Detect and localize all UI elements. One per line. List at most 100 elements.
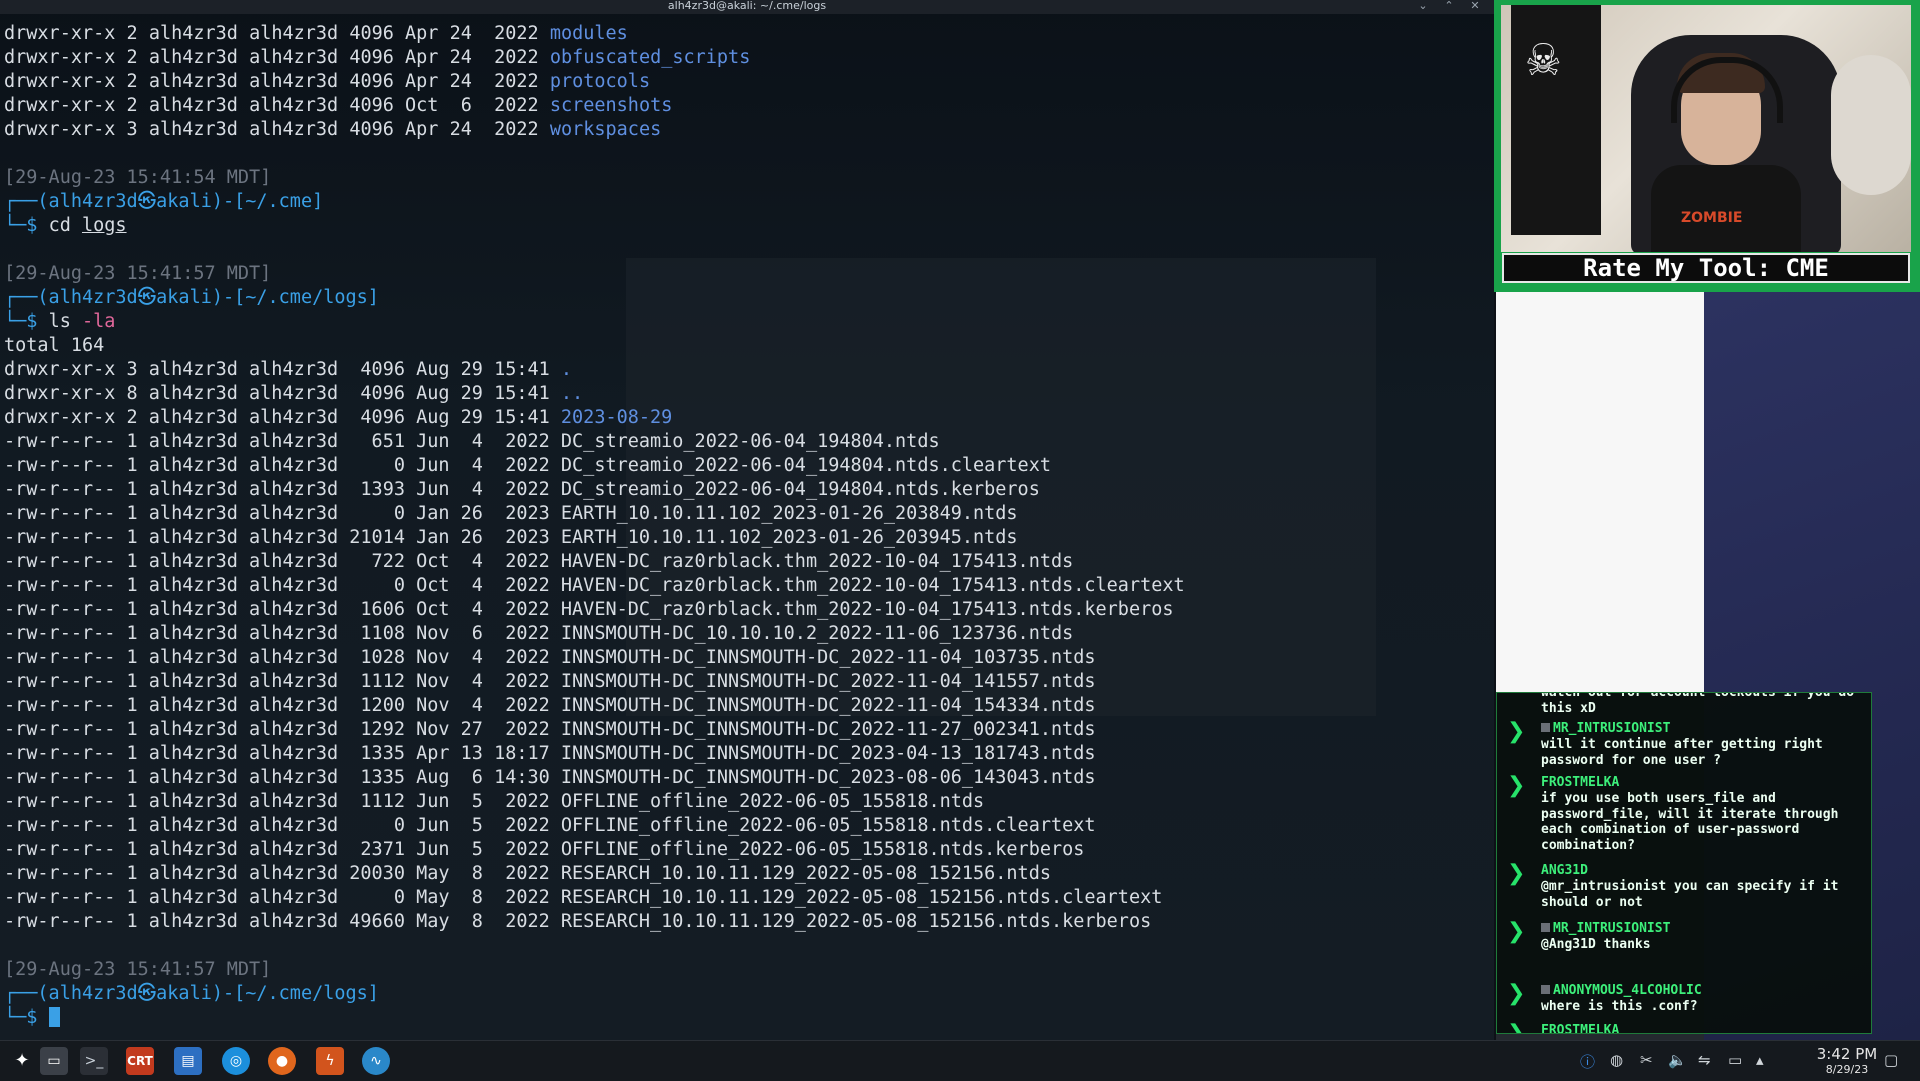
chat-username: MR_INTRUSIONIST	[1541, 721, 1670, 736]
minimize-icon[interactable]: ⌄	[1416, 0, 1430, 12]
browser-icon[interactable]: ◎	[222, 1047, 250, 1075]
listing-field-group: alh4zr3d	[249, 47, 339, 68]
updates-tray-icon[interactable]: ◍	[1610, 1051, 1623, 1069]
listing-field-mon: Apr	[405, 119, 439, 140]
listing-field-size: 4096	[349, 47, 394, 68]
webcam-feed: ☠ ZOMBIE	[1501, 5, 1911, 252]
listing-meta: drwxr-xr-x 2 alh4zr3d alh4zr3d 4096 Aug …	[4, 407, 561, 428]
chat-text: if you use both users_file and password_…	[1541, 791, 1839, 853]
close-icon[interactable]: ✕	[1468, 0, 1482, 12]
listing-field-links: 3	[126, 119, 138, 140]
listing-field-links: 2	[126, 23, 138, 44]
listing-field-perms: drwxr-xr-x	[4, 71, 116, 92]
text-cursor[interactable]	[48, 1007, 60, 1027]
badge-icon	[1541, 985, 1550, 994]
chevron-right-icon: ❯	[1507, 919, 1526, 944]
terminal-window[interactable]: alh4zr3d@akali: ~/.cme/logs ⌄ ⌃ ✕ drwxr-…	[0, 0, 1494, 1040]
show-desktop-icon[interactable]: ▭	[40, 1047, 68, 1075]
listing-meta: -rw-r--r-- 1 alh4zr3d alh4zr3d 1200 Nov …	[4, 695, 561, 716]
white-panel	[1496, 292, 1704, 692]
chat-text: @mr_intrusionist you can specify if it s…	[1541, 879, 1839, 910]
info-tray-icon[interactable]: ⓘ	[1580, 1051, 1595, 1072]
listing-row: -rw-r--r-- 1 alh4zr3d alh4zr3d 0 May 8 2…	[4, 886, 1494, 910]
chat-username-text: ANG31D	[1541, 863, 1588, 878]
directory-name: ..	[560, 383, 584, 404]
clock-time: 3:42 PM	[1816, 1045, 1878, 1063]
listing-meta: drwxr-xr-x 3 alh4zr3d alh4zr3d 4096 Apr …	[4, 119, 550, 140]
listing-field-size: 4096	[349, 71, 394, 92]
command-line: └─$	[4, 1006, 1494, 1030]
badge-icon	[1541, 923, 1550, 932]
file-name: DC_streamio_2022-06-04_194804.ntds.kerbe…	[560, 479, 1040, 500]
network-icon[interactable]: ▭	[1728, 1051, 1742, 1069]
file-name: RESEARCH_10.10.11.129_2022-05-08_152156.…	[560, 911, 1152, 932]
listing-row: -rw-r--r-- 1 alh4zr3d alh4zr3d 1112 Jun …	[4, 790, 1494, 814]
listing-row: -rw-r--r-- 1 alh4zr3d alh4zr3d 1028 Nov …	[4, 646, 1494, 670]
chevron-right-icon: ❯	[1507, 981, 1526, 1006]
listing-field-day: 24	[449, 119, 472, 140]
listing-field-group: alh4zr3d	[249, 119, 339, 140]
notifications-icon[interactable]: ▢	[1884, 1051, 1898, 1069]
listing-row: -rw-r--r-- 1 alh4zr3d alh4zr3d 1112 Nov …	[4, 670, 1494, 694]
window-titlebar[interactable]: alh4zr3d@akali: ~/.cme/logs ⌄ ⌃ ✕	[0, 0, 1494, 14]
listing-field-size: 4096	[349, 119, 394, 140]
shirt-text: ZOMBIE	[1681, 210, 1743, 226]
listing-field-user: alh4zr3d	[148, 119, 238, 140]
listing-meta: -rw-r--r-- 1 alh4zr3d alh4zr3d 1112 Jun …	[4, 791, 561, 812]
listing-row: -rw-r--r-- 1 alh4zr3d alh4zr3d 1200 Nov …	[4, 694, 1494, 718]
clipboard-tray-icon[interactable]: ✂	[1640, 1051, 1653, 1069]
file-name: INNSMOUTH-DC_INNSMOUTH-DC_2022-11-04_103…	[560, 647, 1096, 668]
listing-meta: -rw-r--r-- 1 alh4zr3d alh4zr3d 0 May 8 2…	[4, 887, 561, 908]
chat-username-text: ANONYMOUS_4LCOHOLIC	[1553, 983, 1702, 998]
listing-field-day: 6	[449, 95, 472, 116]
listing-field-day: 24	[449, 23, 472, 44]
streamer-shirt	[1651, 165, 1801, 252]
listing-meta: -rw-r--r-- 1 alh4zr3d alh4zr3d 20030 May…	[4, 863, 561, 884]
window-title: alh4zr3d@akali: ~/.cme/logs	[667, 0, 827, 12]
network-vpn-icon[interactable]: ⇋	[1698, 1051, 1711, 1069]
burp-suite-icon[interactable]: ϟ	[316, 1047, 344, 1075]
listing-field-links: 2	[126, 95, 138, 116]
listing-field-time: 2022	[483, 47, 539, 68]
file-name: OFFLINE_offline_2022-06-05_155818.ntds	[560, 791, 985, 812]
chat-username: ANG31D	[1541, 863, 1588, 878]
command-option: -la	[81, 311, 116, 332]
maximize-icon[interactable]: ⌃	[1442, 0, 1456, 12]
listing-row: drwxr-xr-x 3 alh4zr3d alh4zr3d 4096 Apr …	[4, 118, 1494, 142]
clock[interactable]: 3:42 PM 8/29/23	[1804, 1045, 1890, 1077]
firefox-icon[interactable]: ●	[268, 1047, 296, 1075]
file-name: RESEARCH_10.10.11.129_2022-05-08_152156.…	[560, 887, 1163, 908]
listing-field-day: 24	[449, 47, 472, 68]
prompt-user: ┌──(alh4zr3d㉿akali)-[~/.cme/logs]	[4, 983, 379, 1004]
listing-meta: -rw-r--r-- 1 alh4zr3d alh4zr3d 1606 Oct …	[4, 599, 561, 620]
kali-menu-icon[interactable]: ✦	[8, 1047, 36, 1075]
crt-app-icon[interactable]: CRT	[126, 1047, 154, 1075]
chat-username: MR_INTRUSIONIST	[1541, 921, 1670, 936]
listing-field-links: 2	[126, 71, 138, 92]
badge-icon	[1541, 723, 1550, 732]
listing-field-size: 4096	[349, 23, 394, 44]
listing-row: -rw-r--r-- 1 alh4zr3d alh4zr3d 1335 Apr …	[4, 742, 1494, 766]
file-name: INNSMOUTH-DC_INNSMOUTH-DC_2022-11-04_154…	[560, 695, 1096, 716]
file-name: INNSMOUTH-DC_INNSMOUTH-DC_2023-08-06_143…	[560, 767, 1096, 788]
prompt-symbol: └─$	[4, 1007, 49, 1028]
terminal-app-icon[interactable]: >_	[80, 1047, 108, 1075]
listing-row: drwxr-xr-x 2 alh4zr3d alh4zr3d 4096 Apr …	[4, 70, 1494, 94]
terminal-output[interactable]: drwxr-xr-x 2 alh4zr3d alh4zr3d 4096 Apr …	[4, 22, 1494, 1030]
wireshark-icon[interactable]: ∿	[362, 1047, 390, 1075]
listing-meta: -rw-r--r-- 1 alh4zr3d alh4zr3d 651 Jun 4…	[4, 431, 561, 452]
listing-meta: -rw-r--r-- 1 alh4zr3d alh4zr3d 1112 Nov …	[4, 671, 561, 692]
file-manager-icon[interactable]: ▤	[174, 1047, 202, 1075]
listing-row: -rw-r--r-- 1 alh4zr3d alh4zr3d 0 Jun 5 2…	[4, 814, 1494, 838]
volume-icon[interactable]: 🔈	[1668, 1051, 1687, 1069]
webcam-overlay: ☠ ZOMBIE Rate My Tool: CME	[1494, 0, 1920, 292]
listing-meta: -rw-r--r-- 1 alh4zr3d alh4zr3d 2371 Jun …	[4, 839, 561, 860]
prompt-line: ┌──(alh4zr3d㉿akali)-[~/.cme]	[4, 190, 1494, 214]
tray-expand-icon[interactable]: ▴	[1756, 1051, 1764, 1069]
listing-field-perms: drwxr-xr-x	[4, 95, 116, 116]
listing-meta: drwxr-xr-x 2 alh4zr3d alh4zr3d 4096 Apr …	[4, 71, 550, 92]
listing-field-user: alh4zr3d	[148, 23, 238, 44]
prompt-line: ┌──(alh4zr3d㉿akali)-[~/.cme/logs]	[4, 286, 1494, 310]
listing-field-day: 24	[449, 71, 472, 92]
